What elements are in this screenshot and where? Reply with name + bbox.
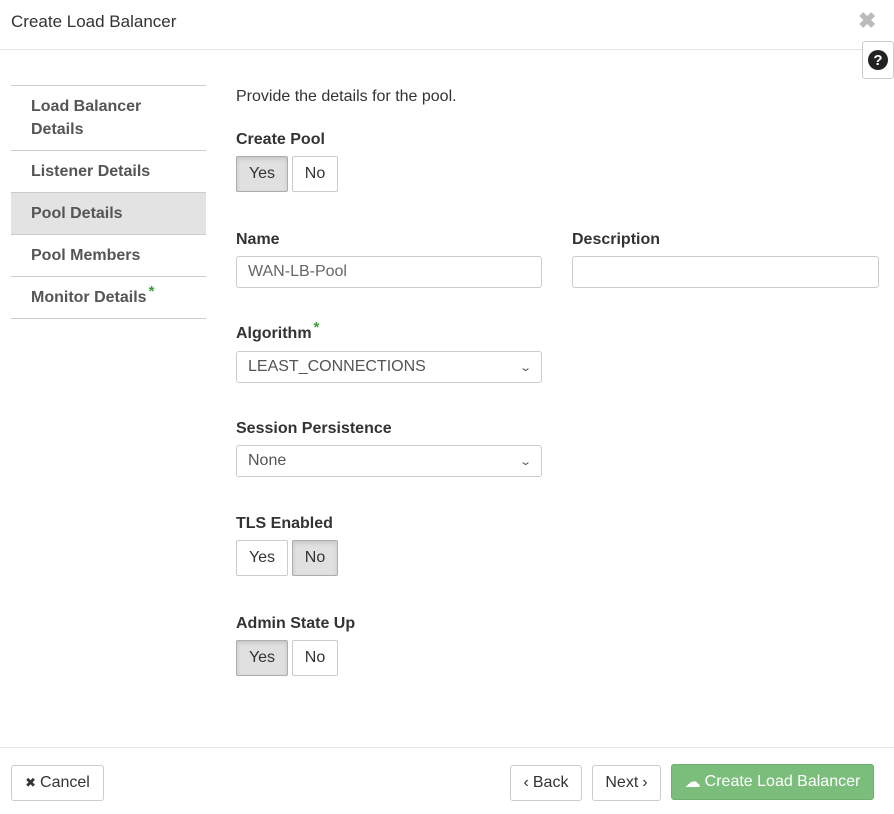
admin-state-up-yes-button[interactable]: Yes	[236, 640, 288, 676]
chevron-right-icon: ›	[642, 774, 648, 791]
create-load-balancer-button[interactable]: ☁ Create Load Balancer	[671, 764, 874, 800]
back-button-label: Back	[532, 774, 569, 791]
session-persistence-label: Session Persistence	[236, 420, 392, 437]
close-icon[interactable]: ✖	[858, 9, 876, 33]
create-load-balancer-button-label: Create Load Balancer	[704, 773, 861, 790]
nav-item-pool-details[interactable]: Pool Details	[11, 193, 206, 235]
modal-title: Create Load Balancer	[11, 12, 177, 31]
create-pool-yes-button[interactable]: Yes	[236, 156, 288, 192]
algorithm-select-value: LEAST_CONNECTIONS	[248, 358, 426, 375]
admin-state-up-label: Admin State Up	[236, 615, 356, 632]
create-pool-label: Create Pool	[236, 131, 325, 148]
next-button-label: Next	[605, 774, 639, 791]
description-input[interactable]	[572, 256, 879, 288]
nav-item-monitor-details[interactable]: Monitor Details *	[11, 277, 206, 319]
algorithm-select[interactable]: LEAST_CONNECTIONS ⌄	[236, 351, 542, 383]
modal-footer: ✖ Cancel ‹ Back Next › ☁ Create Load Bal…	[0, 747, 894, 814]
tls-enabled-no-button[interactable]: No	[292, 540, 338, 576]
nav-item-label: Listener Details	[31, 163, 151, 180]
algorithm-label-text: Algorithm	[236, 325, 312, 342]
cancel-button[interactable]: ✖ Cancel	[11, 765, 104, 801]
admin-state-up-no-button[interactable]: No	[292, 640, 338, 676]
session-persistence-select[interactable]: None ⌄	[236, 445, 542, 477]
intro-text: Provide the details for the pool.	[236, 88, 457, 105]
nav-item-pool-members[interactable]: Pool Members	[11, 235, 206, 277]
algorithm-label: Algorithm *	[236, 319, 319, 343]
tls-enabled-yes-button[interactable]: Yes	[236, 540, 288, 576]
tls-enabled-toggle: Yes No	[236, 540, 338, 576]
cancel-button-label: Cancel	[40, 774, 90, 791]
nav-item-label: Pool Members	[31, 247, 141, 264]
name-input[interactable]: WAN-LB-Pool	[236, 256, 542, 288]
required-star-icon: *	[148, 283, 155, 300]
nav-item-label: Monitor Details	[31, 289, 147, 306]
nav-item-listener-details[interactable]: Listener Details	[11, 151, 206, 193]
chevron-down-icon: ⌄	[518, 361, 532, 374]
description-label: Description	[572, 231, 661, 248]
create-pool-no-button[interactable]: No	[292, 156, 338, 192]
back-button[interactable]: ‹ Back	[510, 765, 582, 801]
chevron-left-icon: ‹	[523, 774, 529, 791]
close-icon: ✖	[25, 775, 37, 790]
nav-item-label: Pool Details	[31, 205, 123, 222]
cloud-upload-icon: ☁	[684, 774, 701, 791]
session-persistence-select-value: None	[248, 452, 287, 469]
required-star-icon: *	[313, 319, 320, 336]
next-button[interactable]: Next ›	[592, 765, 661, 801]
nav-item-label: Load Balancer Details	[31, 98, 142, 138]
wizard-nav: Load Balancer Details Listener Details P…	[11, 85, 206, 319]
create-pool-toggle: Yes No	[236, 156, 338, 192]
nav-item-load-balancer-details[interactable]: Load Balancer Details	[11, 86, 206, 151]
name-label: Name	[236, 231, 280, 248]
modal-header: Create Load Balancer ✖	[0, 0, 894, 50]
tls-enabled-label: TLS Enabled	[236, 515, 333, 532]
admin-state-up-toggle: Yes No	[236, 640, 338, 676]
chevron-down-icon: ⌄	[518, 455, 532, 468]
question-circle-icon: ?	[868, 50, 888, 70]
help-button[interactable]: ?	[862, 41, 894, 79]
